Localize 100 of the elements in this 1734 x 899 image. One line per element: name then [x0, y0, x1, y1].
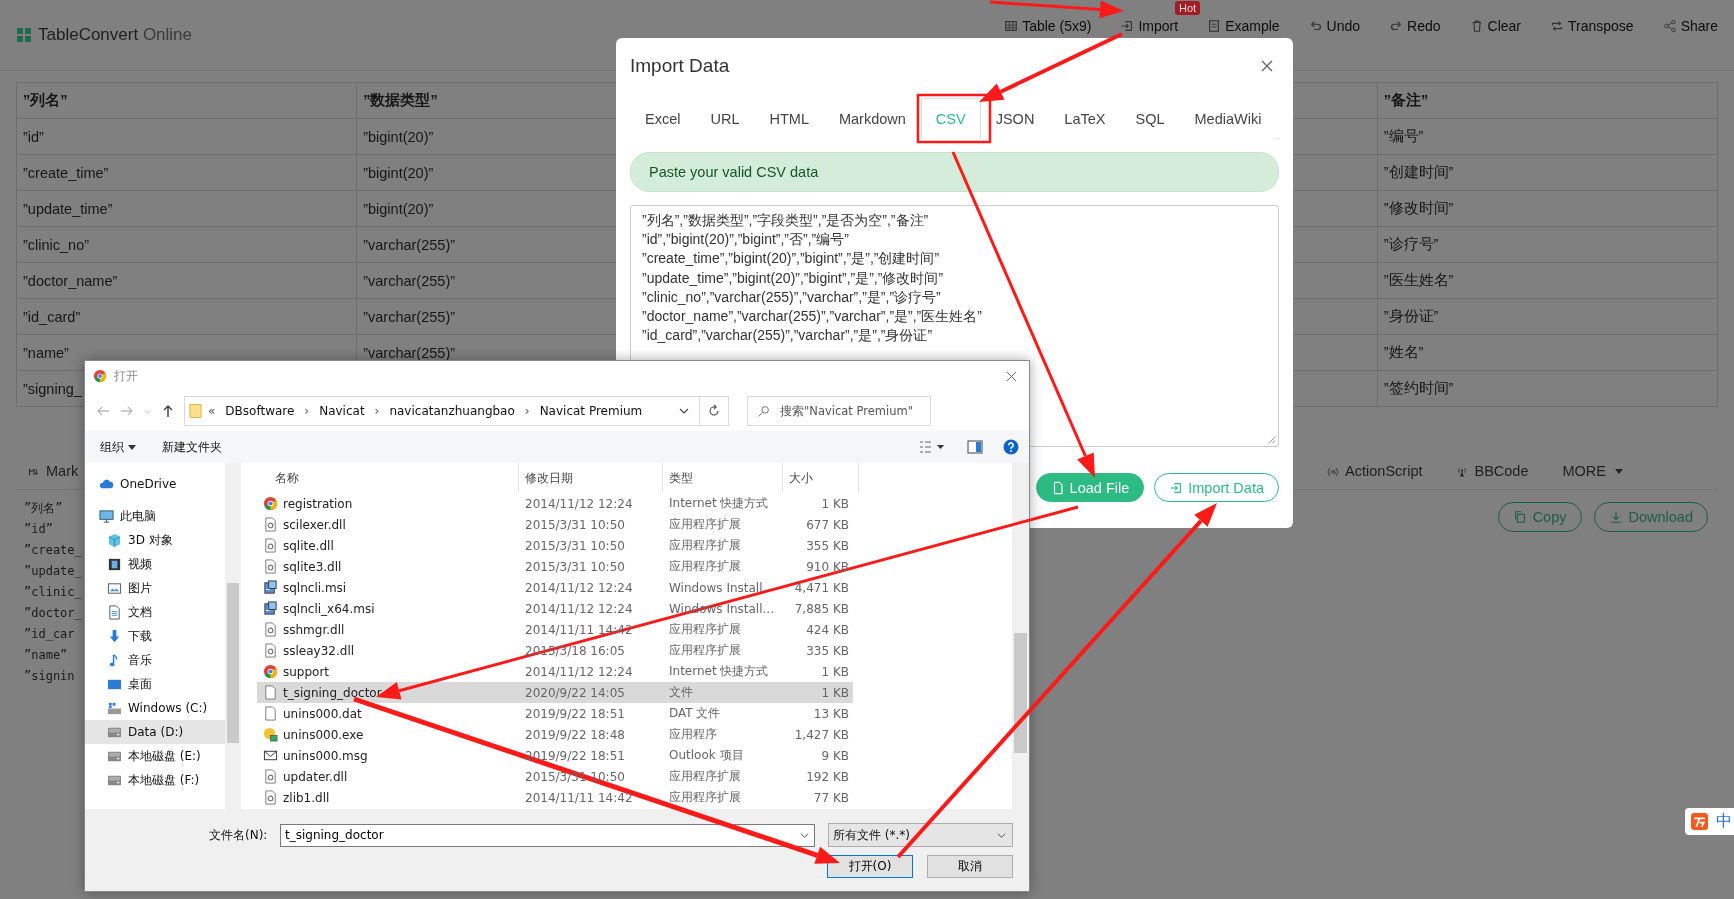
sidebar-item[interactable]: 下载	[85, 624, 225, 648]
organize-menu[interactable]: 组织	[100, 438, 136, 456]
format-tab[interactable]: Mark	[28, 463, 79, 479]
toolbar-button[interactable]: Example	[1207, 17, 1280, 35]
chevron-down-icon[interactable]	[679, 406, 689, 416]
column-header[interactable]: 大小	[783, 463, 859, 493]
format-tab[interactable]: BBCode	[1456, 463, 1529, 479]
copy-icon	[1512, 510, 1527, 524]
sidebar-item[interactable]: 桌面	[85, 672, 225, 696]
setup-icon	[263, 727, 278, 742]
sidebar-item[interactable]: 图片	[85, 576, 225, 600]
format-tab[interactable]: MORE	[1562, 463, 1623, 479]
table-cell: ”update_time”	[16, 190, 357, 227]
scrollbar[interactable]	[225, 463, 241, 809]
output-line: ”name”	[24, 647, 69, 664]
sidebar-item[interactable]: 本地磁盘 (E:)	[85, 744, 225, 768]
envelope-icon	[263, 748, 278, 763]
installer-icon	[263, 580, 278, 595]
table-cell: ”id”	[16, 118, 357, 155]
table-cell: ”身份证”	[1377, 298, 1718, 335]
file-name-field[interactable]: t_signing_doctor	[280, 823, 815, 847]
file-row[interactable]: unins000.msg 2019/9/22 18:51 Outlook 项目 9 KB	[257, 745, 853, 766]
refresh-button[interactable]	[699, 396, 729, 426]
monitor-icon	[99, 508, 114, 524]
dialog-title: Import Data	[630, 55, 730, 77]
file-row[interactable]: t_signing_doctor 2020/9/22 14:05 文件 1 KB	[257, 682, 853, 703]
toolbar-button[interactable]: Undo	[1308, 17, 1361, 35]
browser-icon	[263, 664, 278, 679]
path-separator: ›	[304, 404, 310, 418]
toolbar-button[interactable]: Transpose	[1550, 17, 1634, 35]
output-line: ”clinic_	[24, 584, 82, 601]
sidebar-item[interactable]: 视频	[85, 552, 225, 576]
chevron-down-icon	[997, 830, 1006, 840]
file-row[interactable]: sqlncli.msi 2014/11/12 12:24 Windows Install 4,471 KB	[257, 577, 853, 598]
path-separator: ›	[374, 404, 380, 418]
table-cell: ”修改时间”	[1377, 190, 1718, 227]
table-cell: ”医生姓名”	[1377, 262, 1718, 299]
file-type-dropdown[interactable]: 所有文件 (*.*)	[828, 823, 1013, 847]
dialog-button[interactable]: 打开(O)	[827, 855, 913, 878]
image-icon	[107, 580, 122, 596]
table-cell: ”姓名”	[1377, 334, 1718, 371]
dialog-button[interactable]: 取消	[927, 855, 1013, 878]
resize-grip-icon[interactable]	[1267, 435, 1276, 444]
close-icon[interactable]	[1261, 60, 1273, 72]
file-row[interactable]: zlib1.dll 2014/11/11 14:42 应用程序扩展 77 KB	[257, 787, 853, 808]
sidebar-item[interactable]: 音乐	[85, 648, 225, 672]
antenna-icon	[1456, 465, 1469, 477]
sidebar-item[interactable]: OneDrive	[85, 472, 225, 496]
file-name-label: 文件名(N):	[209, 826, 269, 844]
output-line: ”update_	[24, 563, 82, 580]
file-row[interactable]: unins000.dat 2019/9/22 18:51 DAT 文件 13 KB	[257, 703, 853, 724]
toolbar-button[interactable]: Table (5x9)	[1004, 17, 1092, 35]
file-row[interactable]: support 2014/11/12 12:24 Internet 快捷方式 1 KB	[257, 661, 853, 682]
caret-icon	[128, 444, 136, 450]
view-options-icon[interactable]	[917, 440, 947, 454]
table-cell: ”id_card”	[16, 298, 357, 335]
toolbar-button[interactable]: Share	[1662, 17, 1718, 35]
sidebar-item[interactable]: 本地磁盘 (F:)	[85, 768, 225, 792]
toolbar-button[interactable]: Redo	[1389, 17, 1441, 35]
input-method-logo-icon	[1691, 813, 1708, 830]
sidebar-item[interactable]: 此电脑	[85, 504, 225, 528]
film-icon	[107, 556, 122, 572]
output-line: ”id_car	[24, 626, 76, 643]
document-icon	[263, 706, 278, 721]
refresh-icon	[707, 404, 721, 418]
table-cell: ”doctor_name”	[16, 262, 357, 299]
sidebar-item[interactable]: Windows (C:)	[85, 696, 225, 720]
chevron-down-icon[interactable]	[800, 830, 809, 840]
file-row[interactable]: unins000.exe 2019/9/22 18:48 应用程序 1,427 KB	[257, 724, 853, 745]
table-header-cell: ”备注”	[1377, 82, 1718, 119]
sidebar-item[interactable]: 3D 对象	[85, 528, 225, 552]
breadcrumb[interactable]: Navicat	[319, 404, 365, 418]
sidebar-item[interactable]: 文档	[85, 600, 225, 624]
table-cell: ”签约时间”	[1377, 370, 1718, 407]
undo-icon	[1308, 19, 1323, 33]
document-icon	[263, 685, 278, 700]
new-folder-button[interactable]: 新建文件夹	[162, 438, 222, 456]
scrollbar[interactable]	[1012, 463, 1029, 809]
file-row[interactable]: registration 2014/11/12 12:24 Internet 快捷方式 1 KB	[257, 493, 853, 514]
help-icon[interactable]	[1003, 439, 1019, 455]
breadcrumb[interactable]: navicatanzhuangbao	[389, 404, 515, 418]
browser-icon	[263, 496, 278, 511]
file-row[interactable]: sqlite.dll 2015/3/31 10:50 应用程序扩展 355 KB	[257, 535, 853, 556]
breadcrumb[interactable]: DBsoftware	[225, 404, 295, 418]
address-bar[interactable]: « DBsoftware › Navicat › navicatanzhuangbao › Navicat Premium	[184, 396, 700, 426]
column-header[interactable]: 修改日期	[519, 463, 663, 493]
table-cell: ”诊疗号”	[1377, 226, 1718, 263]
close-icon[interactable]	[1006, 370, 1017, 382]
sidebar-item[interactable]: Data (D:)	[85, 720, 225, 744]
search-field[interactable]: 搜索"Navicat Premium"	[747, 396, 931, 426]
toolbar-button[interactable]: Clear	[1469, 17, 1521, 35]
input-method-indicator[interactable]: 中	[1685, 808, 1734, 835]
format-tab[interactable]: ActionScript	[1327, 463, 1423, 479]
path-overflow-marker[interactable]: «	[208, 404, 216, 418]
column-header[interactable]: 类型	[663, 463, 783, 493]
hot-badge: Hot	[1175, 1, 1201, 15]
column-header[interactable]: 名称	[257, 463, 519, 493]
preview-pane-icon[interactable]	[967, 439, 983, 455]
file-row[interactable]: scilexer.dll 2015/3/31 10:50 应用程序扩展 677 KB	[257, 514, 853, 535]
file-row[interactable]: sqlite3.dll 2015/3/31 10:50 应用程序扩展 910 KB	[257, 556, 853, 577]
